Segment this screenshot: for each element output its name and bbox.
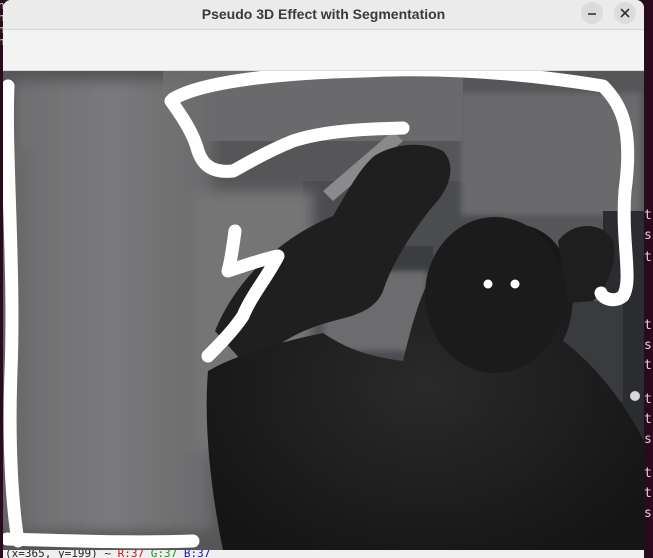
- close-icon: [620, 8, 630, 18]
- cursor-coords: (x=365, y=199) ~: [5, 550, 111, 558]
- minimize-icon: [588, 13, 596, 15]
- title-bar[interactable]: Pseudo 3D Effect with Segmentation: [3, 0, 644, 30]
- terminal-line: th: [644, 250, 653, 265]
- pixel-blue-value: B:37: [183, 550, 211, 558]
- terminal-line: th: [644, 318, 653, 333]
- terminal-line: s,: [644, 506, 653, 521]
- terminal-line: s,: [644, 228, 653, 243]
- toolbar: [3, 30, 644, 71]
- image-canvas[interactable]: [3, 71, 644, 550]
- pixel-red-value: R:37: [117, 550, 145, 558]
- terminal-line: s,: [644, 338, 653, 353]
- terminal-line: th: [644, 412, 653, 427]
- background-terminal-right: th s, th th s, th th th s, th th s,: [644, 0, 653, 558]
- terminal-line: th: [644, 466, 653, 481]
- segmentation-frame: [3, 71, 644, 550]
- app-window: Pseudo 3D Effect with Segmentation (x=36…: [3, 0, 644, 558]
- pixel-green-value: G:37: [150, 550, 178, 558]
- terminal-line: th: [644, 208, 653, 223]
- terminal-line: th: [644, 358, 653, 373]
- close-button[interactable]: [614, 2, 636, 24]
- highlight-dot: [630, 391, 640, 401]
- terminal-line: s,: [644, 432, 653, 447]
- status-readout: (x=365, y=199) ~ R:37 G:37 B:37: [5, 550, 210, 558]
- left-eye-dot: [483, 279, 493, 289]
- terminal-line: th: [644, 392, 653, 407]
- window-title: Pseudo 3D Effect with Segmentation: [201, 6, 446, 22]
- minimize-button[interactable]: [581, 2, 603, 24]
- status-bar: (x=365, y=199) ~ R:37 G:37 B:37: [3, 550, 644, 558]
- terminal-line: th: [644, 486, 653, 501]
- right-eye-dot: [510, 279, 520, 289]
